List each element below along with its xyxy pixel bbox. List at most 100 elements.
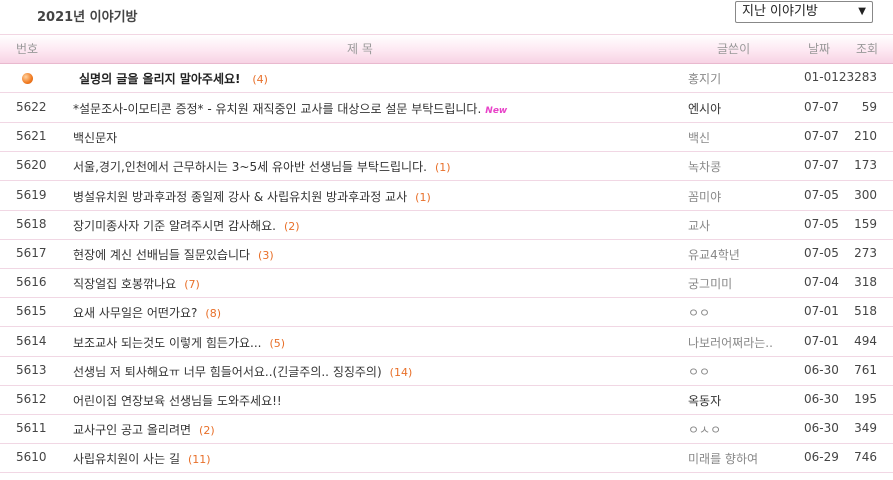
notice-subject[interactable]: 실명의 글을 올리지 말아주세요!	[79, 72, 241, 86]
post-subject[interactable]: 요새 사무일은 어떤가요?	[73, 306, 197, 320]
post-subject-link[interactable]: 직장얼집 호봉깎나요 (7)	[73, 275, 200, 292]
table-row[interactable]: 5613 선생님 저 퇴사해요ㅠ 너무 힘들어서요..(긴글주의.. 징징주의) (…	[0, 356, 893, 386]
comment-count: (5)	[269, 336, 286, 350]
writer[interactable]: 백신	[688, 129, 710, 146]
date: 06-30	[804, 421, 839, 436]
table-row[interactable]: 5615 요새 사무일은 어떤가요? (8) ㅇㅇ 07-01 518	[0, 297, 893, 328]
writer[interactable]: ㅇㅇ	[688, 363, 710, 380]
new-badge: New	[485, 106, 508, 116]
table-row[interactable]: 5617 현장에 계신 선배님들 질문있습니다 (3) 유교4학년 07-05 273	[0, 239, 893, 269]
writer[interactable]: 옥동자	[688, 392, 721, 409]
post-subject-link[interactable]: 보조교사 되는것도 이렇게 힘든가요... (5)	[73, 334, 285, 351]
col-writer: 글쓴이	[717, 42, 751, 56]
table-row[interactable]: 5611 교사구인 공고 올리려면 (2) ㅇㅅㅇ 06-30 349	[0, 414, 893, 445]
views: 761	[854, 362, 877, 377]
views: 746	[854, 450, 877, 465]
comment-count: (2)	[199, 424, 215, 438]
date: 07-05	[804, 216, 839, 231]
comment-count: (2)	[283, 219, 300, 233]
post-number: 5620	[16, 158, 47, 173]
post-number: 5615	[16, 304, 47, 319]
post-subject[interactable]: 백신문자	[73, 131, 117, 145]
post-subject-link[interactable]: 장기미종사자 기준 알려주시면 감사해요. (2)	[73, 217, 300, 234]
post-number: 5614	[16, 333, 47, 348]
table-row[interactable]: 5616 직장얼집 호봉깎나요 (7) 궁그미미 07-04 318	[0, 268, 893, 299]
writer[interactable]: 교사	[688, 217, 710, 234]
post-subject[interactable]: 장기미종사자 기준 알려주시면 감사해요.	[73, 219, 276, 233]
date: 07-05	[804, 187, 839, 202]
col-num: 번호	[16, 42, 39, 56]
date: 06-29	[804, 450, 839, 465]
post-number: 5612	[16, 392, 47, 406]
comment-count: (7)	[184, 278, 200, 292]
post-subject-link[interactable]: 요새 사무일은 어떤가요? (8)	[73, 304, 221, 321]
writer[interactable]: 유교4학년	[688, 246, 740, 263]
table-row[interactable]: 5620 서울,경기,인천에서 근무하시는 3~5세 유아반 선생님들 부탁드립니…	[0, 151, 893, 182]
post-subject[interactable]: 교사구인 공고 올리려면	[73, 423, 191, 437]
chevron-down-icon: ▼	[858, 6, 866, 17]
views: 273	[854, 246, 877, 260]
writer[interactable]: 나보러어쩌라는..	[688, 334, 773, 351]
post-subject[interactable]: 병설유치원 방과후과정 종일제 강사 & 사립유치원 방과후과정 교사	[73, 190, 407, 204]
post-subject-link[interactable]: 교사구인 공고 올리려면 (2)	[73, 421, 215, 438]
writer[interactable]: 꼼미야	[688, 188, 721, 205]
post-subject[interactable]: 서울,경기,인천에서 근무하시는 3~5세 유아반 선생님들 부탁드립니다.	[73, 160, 427, 174]
post-subject-link[interactable]: 병설유치원 방과후과정 종일제 강사 & 사립유치원 방과후과정 교사 (1)	[73, 188, 431, 205]
table-row[interactable]: 5622 *설문조사-이모티콘 증정* - 유치원 재직중인 교사를 대상으로 설…	[0, 93, 893, 123]
post-subject[interactable]: 현장에 계신 선배님들 질문있습니다	[73, 248, 250, 262]
post-subject-link[interactable]: 사립유치원이 사는 길 (11)	[73, 450, 211, 467]
views: 518	[854, 304, 877, 319]
table-row[interactable]: 5612 어린이집 연장보육 선생님들 도와주세요!! 옥동자 06-30 195	[0, 385, 893, 415]
comment-count: (1)	[434, 161, 451, 175]
views: 300	[854, 187, 877, 202]
notice-row[interactable]: 실명의 글을 올리지 말아주세요! (4) 홍지기 01-01 23283	[0, 63, 893, 93]
post-subject[interactable]: 선생님 저 퇴사해요ㅠ 너무 힘들어서요..(긴글주의.. 징징주의)	[73, 365, 382, 379]
comment-count: (11)	[188, 453, 211, 467]
comment-count: (1)	[415, 190, 431, 204]
post-number: 5622	[16, 100, 47, 114]
writer[interactable]: 미래를 향하여	[688, 450, 758, 467]
date: 07-01	[804, 304, 839, 319]
date: 07-07	[804, 100, 839, 114]
col-date: 날짜	[808, 42, 831, 56]
table-header: 번호 제 목 글쓴이 날짜 조회	[0, 34, 893, 64]
writer[interactable]: 엔시아	[688, 100, 721, 117]
table-row[interactable]: 5619 병설유치원 방과후과정 종일제 강사 & 사립유치원 방과후과정 교사 (…	[0, 181, 893, 211]
post-subject-link[interactable]: 선생님 저 퇴사해요ㅠ 너무 힘들어서요..(긴글주의.. 징징주의) (14)	[73, 363, 412, 380]
post-number: 5619	[16, 187, 47, 202]
post-subject[interactable]: 보조교사 되는것도 이렇게 힘든가요...	[73, 336, 262, 350]
archive-select[interactable]: 지난 이야기방 ▼	[735, 1, 873, 23]
views: 23283	[838, 70, 877, 84]
post-subject[interactable]: 사립유치원이 사는 길	[73, 452, 180, 466]
col-views: 조회	[856, 42, 879, 56]
post-subject-link[interactable]: *설문조사-이모티콘 증정* - 유치원 재직중인 교사를 대상으로 설문 부탁…	[73, 100, 507, 117]
col-subject: 제 목	[347, 42, 373, 56]
post-subject[interactable]: 직장얼집 호봉깎나요	[73, 277, 176, 291]
table-row[interactable]: 5610 사립유치원이 사는 길 (11) 미래를 향하여 06-29 746	[0, 443, 893, 474]
writer[interactable]: ㅇㅇ	[688, 304, 710, 321]
table-row[interactable]: 5621 백신문자 백신 07-07 210	[0, 122, 893, 153]
post-subject-link[interactable]: 현장에 계신 선배님들 질문있습니다 (3)	[73, 246, 274, 263]
notice-subject-link[interactable]: 실명의 글을 올리지 말아주세요! (4)	[79, 70, 268, 87]
views: 494	[854, 333, 877, 348]
post-subject-link[interactable]: 어린이집 연장보육 선생님들 도와주세요!!	[73, 392, 282, 409]
writer[interactable]: 홍지기	[688, 70, 721, 87]
date: 06-30	[804, 392, 839, 406]
post-subject[interactable]: 어린이집 연장보육 선생님들 도와주세요!!	[73, 394, 282, 408]
table-row[interactable]: 5614 보조교사 되는것도 이렇게 힘든가요... (5) 나보러어쩌라는.. 07-…	[0, 327, 893, 357]
date: 07-07	[804, 129, 839, 144]
views: 349	[854, 421, 877, 436]
post-subject-link[interactable]: 백신문자	[73, 129, 117, 146]
writer[interactable]: 녹차콩	[688, 158, 721, 175]
post-subject-link[interactable]: 서울,경기,인천에서 근무하시는 3~5세 유아반 선생님들 부탁드립니다. (1…	[73, 158, 451, 175]
table-row[interactable]: 5618 장기미종사자 기준 알려주시면 감사해요. (2) 교사 07-05 159	[0, 210, 893, 240]
writer[interactable]: 궁그미미	[688, 275, 732, 292]
writer[interactable]: ㅇㅅㅇ	[688, 421, 721, 438]
comment-count: (8)	[205, 307, 221, 321]
date: 07-07	[804, 158, 839, 173]
comment-count: (14)	[389, 365, 413, 379]
post-subject[interactable]: *설문조사-이모티콘 증정* - 유치원 재직중인 교사를 대상으로 설문 부탁…	[73, 102, 481, 116]
post-number: 5611	[16, 421, 47, 436]
notice-icon	[22, 73, 33, 84]
views: 159	[854, 216, 877, 231]
